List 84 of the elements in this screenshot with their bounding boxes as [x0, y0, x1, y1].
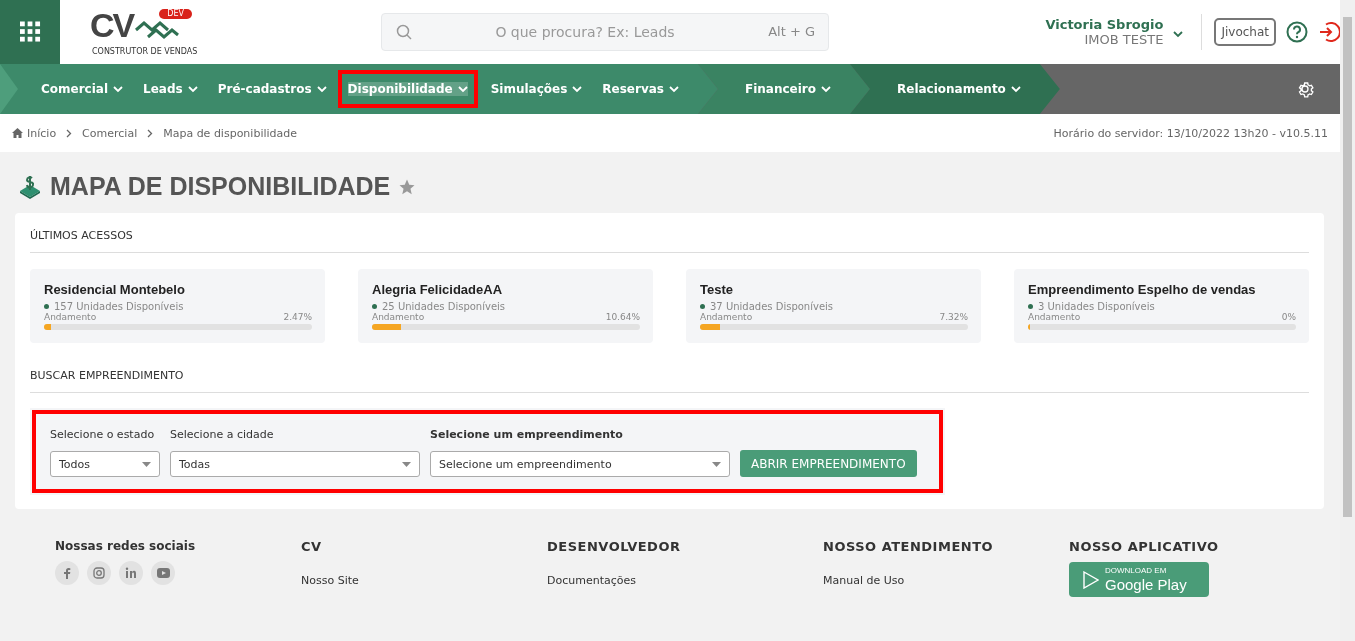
dropdown-caret-icon — [402, 461, 411, 467]
status-dot-icon — [1028, 304, 1033, 309]
footer-heading: CV — [301, 539, 323, 554]
brand-logo[interactable]: CV DEV CONSTRUTOR DE VENDAS — [90, 7, 200, 57]
search-icon — [396, 24, 412, 40]
chevron-down-icon — [187, 85, 198, 93]
money-stack-icon — [18, 174, 42, 199]
grid-icon — [19, 21, 41, 43]
units-available: 157 Unidades Disponíveis — [54, 301, 184, 312]
footer-link[interactable]: Documentações — [547, 574, 823, 587]
project-name: Alegria FelicidadeAA — [372, 282, 504, 297]
footer-link[interactable]: Nosso Site — [301, 574, 547, 587]
chevron-down-icon — [668, 85, 679, 93]
user-company: IMOB TESTE — [1083, 32, 1164, 47]
user-menu-chevron-icon — [1173, 30, 1184, 38]
breadcrumb-link[interactable]: Mapa de disponibilidade — [163, 126, 298, 140]
nav-menu-item[interactable]: Pré-cadastros — [206, 71, 336, 107]
project-card[interactable]: Alegria FelicidadeAA 25 Unidades Disponíveis Andamento 10.64% — [358, 269, 653, 343]
dropdown-field[interactable]: Todas — [170, 451, 420, 477]
breadcrumb-chevron-icon — [147, 128, 154, 138]
dropdown-field[interactable]: Selecione um empreendimento — [430, 451, 730, 477]
project-card[interactable]: Teste 37 Unidades Disponíveis Andamento 7.32% — [686, 269, 981, 343]
chevron-down-icon — [316, 85, 327, 93]
chevron-down-icon — [457, 85, 468, 93]
units-available: 25 Unidades Disponíveis — [382, 301, 506, 312]
progress-label: Andamento — [372, 312, 425, 322]
units-available: 3 Unidades Disponíveis — [1038, 301, 1155, 312]
breadcrumb-link[interactable]: Comercial — [82, 126, 138, 140]
progress-percent: 0% — [1281, 312, 1296, 322]
youtube-icon[interactable] — [151, 561, 175, 585]
shortcut-hint: Alt + G — [768, 24, 815, 39]
nav-menu-item[interactable]: Comercial — [30, 71, 133, 107]
field-label: Selecione a cidade — [170, 428, 275, 441]
field-label: Selecione o estado — [50, 428, 156, 441]
progress-label: Andamento — [1028, 312, 1081, 322]
status-dot-icon — [372, 304, 377, 309]
progress-percent: 10.64% — [605, 312, 640, 322]
home-icon — [12, 128, 23, 138]
status-dot-icon — [700, 304, 705, 309]
breadcrumb-chevron-icon — [66, 128, 73, 138]
help-icon[interactable] — [1286, 21, 1308, 43]
chevron-down-icon — [1010, 85, 1021, 93]
project-name: Empreendimento Espelho de vendas — [1028, 282, 1257, 297]
chevron-down-icon — [113, 85, 124, 93]
user-name: Victoria Sbrogio — [1045, 17, 1164, 32]
nav-menu-item[interactable]: Leads — [132, 71, 207, 107]
project-card[interactable]: Residencial Montebelo 157 Unidades Disponíveis Andamento 2.47% — [30, 269, 325, 343]
chevron-down-icon — [821, 85, 831, 93]
project-name: Teste — [700, 282, 734, 297]
field-label: Selecione um empreendimento — [430, 428, 624, 441]
footer-heading: Nossas redes sociais — [55, 539, 197, 553]
footer-heading: NOSSO ATENDIMENTO — [823, 539, 995, 554]
section-heading: BUSCAR EMPREENDIMENTO — [30, 363, 1309, 393]
dropdown-field[interactable]: Todos — [50, 451, 160, 477]
project-card[interactable]: Empreendimento Espelho de vendas 3 Unidades Disponíveis Andamento 0% — [1014, 269, 1309, 343]
section-heading: ÚLTIMOS ACESSOS — [30, 223, 1309, 253]
page-title: MAPA DE DISPONIBILIDADE — [50, 172, 391, 201]
play-triangle-icon — [1083, 570, 1099, 589]
footer-heading: NOSSO APLICATIVO — [1069, 539, 1220, 554]
dropdown-caret-icon — [142, 461, 151, 467]
footer-heading: DESENVOLVEDOR — [547, 539, 682, 554]
progress-label: Andamento — [700, 312, 753, 322]
linkedin-icon[interactable] — [119, 561, 143, 585]
open-project-button[interactable]: ABRIR EMPREENDIMENTO — [740, 450, 917, 477]
dropdown-caret-icon — [712, 461, 721, 467]
server-time-text: Horário do servidor: 13/10/2022 13h20 - v10.5.11 — [1053, 126, 1328, 140]
google-play-button[interactable]: DOWNLOAD EM Google Play — [1069, 562, 1209, 597]
nav-menu-item[interactable]: Reservas — [591, 71, 688, 107]
progress-percent: 7.32% — [939, 312, 968, 322]
progress-percent: 2.47% — [283, 312, 312, 322]
logout-icon[interactable] — [1318, 21, 1340, 43]
breadcrumb-link[interactable]: Início — [12, 126, 57, 140]
apps-grid-button[interactable] — [0, 0, 60, 64]
chevron-down-icon — [572, 85, 583, 93]
instagram-icon[interactable] — [87, 561, 111, 585]
chat-button[interactable]: Jivochat — [1214, 18, 1276, 46]
facebook-icon[interactable] — [55, 561, 79, 585]
progress-label: Andamento — [44, 312, 97, 322]
settings-icon[interactable] — [1296, 80, 1314, 98]
nav-menu-item[interactable]: Simulações — [479, 71, 592, 107]
status-dot-icon — [44, 304, 49, 309]
footer-link[interactable]: Manual de Uso — [823, 574, 1069, 587]
project-name: Residencial Montebelo — [44, 282, 186, 297]
units-available: 37 Unidades Disponíveis — [710, 301, 834, 312]
